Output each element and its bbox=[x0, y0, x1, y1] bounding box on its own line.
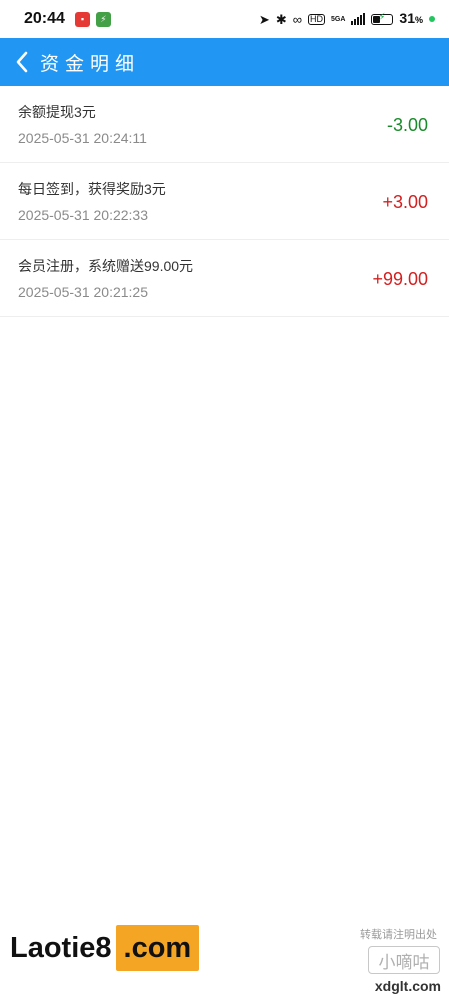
fund-record-list: 余额提现3元 2025-05-31 20:24:11 -3.00 每日签到，获得… bbox=[0, 86, 449, 317]
privacy-indicator-dot bbox=[429, 16, 435, 22]
record-amount: -3.00 bbox=[386, 115, 428, 135]
battery-icon: ⚡ bbox=[371, 12, 394, 25]
notification-app-icon: ▪ bbox=[74, 11, 90, 27]
watermark-main-text: Laotie8 bbox=[6, 926, 116, 970]
hd-icon: HD bbox=[308, 13, 325, 25]
record-time: 2025-05-31 20:21:25 bbox=[18, 284, 148, 300]
list-item[interactable]: 余额提现3元 2025-05-31 20:24:11 -3.00 bbox=[0, 86, 449, 163]
chevron-left-icon bbox=[16, 51, 28, 73]
signal-icon bbox=[351, 13, 366, 25]
record-title: 会员注册，系统赠送99.00元 bbox=[18, 258, 194, 274]
record-title: 余额提现3元 bbox=[18, 104, 96, 120]
page-title: 资金明细 bbox=[40, 53, 141, 75]
battery-percent: 31% bbox=[399, 10, 423, 26]
record-title: 每日签到，获得奖励3元 bbox=[18, 181, 166, 197]
record-time: 2025-05-31 20:24:11 bbox=[18, 130, 147, 146]
record-amount: +99.00 bbox=[372, 269, 428, 289]
status-icons: ➤ ✱ ∞ HD 5GA ⚡ 31% bbox=[259, 10, 435, 28]
status-time: 20:44 bbox=[24, 10, 65, 27]
watermark-right-caption: 转载请注明出处 bbox=[360, 929, 437, 941]
list-item[interactable]: 会员注册，系统赠送99.00元 2025-05-31 20:21:25 +99.… bbox=[0, 240, 449, 317]
location-icon: ➤ bbox=[258, 11, 270, 27]
notification-app-icon-2: ⚡ bbox=[95, 11, 111, 27]
record-amount: +3.00 bbox=[382, 192, 428, 212]
watermark-right-logo: 小嘀咕 bbox=[368, 946, 440, 974]
list-item[interactable]: 每日签到，获得奖励3元 2025-05-31 20:22:33 +3.00 bbox=[0, 163, 449, 240]
watermark-com-text: .com bbox=[115, 925, 200, 971]
watermark-xdglt: 转载请注明出处 小嘀咕 xdglt.com bbox=[360, 922, 449, 1000]
watermark-right-domain: xdglt.com bbox=[374, 978, 441, 994]
network-type: 5GA bbox=[331, 15, 346, 23]
watermark-logo: Laotie8 .com bbox=[6, 925, 200, 971]
record-time: 2025-05-31 20:22:33 bbox=[18, 207, 148, 223]
status-bar: 20:44 ▪ ⚡ ➤ ✱ ∞ HD 5GA ⚡ 31% bbox=[0, 0, 449, 38]
link-icon: ∞ bbox=[292, 11, 302, 27]
watermark-laotie8: Laotie8 .com bbox=[0, 912, 260, 992]
bluetooth-icon: ✱ bbox=[275, 11, 287, 27]
back-button[interactable] bbox=[2, 38, 42, 86]
app-header: 资金明细 bbox=[0, 38, 449, 86]
